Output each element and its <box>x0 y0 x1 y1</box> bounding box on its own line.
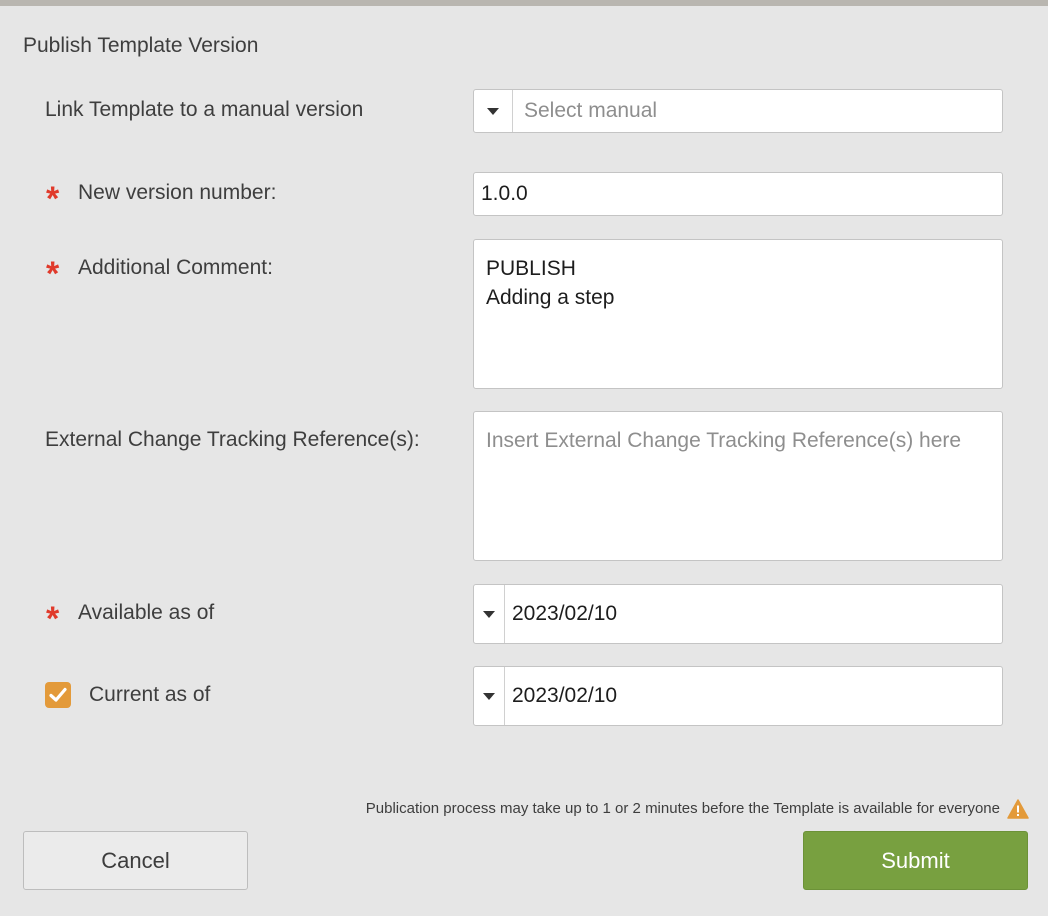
additional-comment-label: Additional Comment: <box>78 256 273 279</box>
additional-comment-textarea[interactable]: PUBLISH Adding a step <box>473 239 1003 389</box>
available-date-picker[interactable]: 2023/02/10 <box>473 584 1003 644</box>
current-date-dropdown-toggle[interactable] <box>474 667 505 725</box>
current-date-value: 2023/02/10 <box>512 684 618 707</box>
caret-down-icon <box>487 107 499 115</box>
version-number-value: 1.0.0 <box>481 182 528 205</box>
manual-dropdown-toggle[interactable] <box>474 90 513 132</box>
additional-comment-value: PUBLISH Adding a step <box>486 257 615 309</box>
manual-version-label: Link Template to a manual version <box>45 98 364 121</box>
manual-select[interactable]: Select manual <box>473 89 1003 133</box>
submit-button[interactable]: Submit <box>803 831 1028 890</box>
checkmark-icon <box>49 687 67 702</box>
tracking-reference-textarea[interactable]: Insert External Change Tracking Referenc… <box>473 411 1003 561</box>
publication-notice: Publication process may take up to 1 or … <box>365 800 1000 817</box>
required-asterisk-icon: * <box>46 180 60 218</box>
dialog-title: Publish Template Version <box>23 34 259 57</box>
version-number-label: New version number: <box>78 181 277 204</box>
cancel-button[interactable]: Cancel <box>23 831 248 890</box>
required-asterisk-icon: * <box>46 255 60 293</box>
current-as-of-checkbox[interactable] <box>45 682 71 708</box>
available-as-of-label: Available as of <box>78 601 215 624</box>
caret-down-icon <box>483 610 495 618</box>
caret-down-icon <box>483 692 495 700</box>
tracking-reference-placeholder: Insert External Change Tracking Referenc… <box>486 429 962 452</box>
current-as-of-label: Current as of <box>89 683 211 706</box>
version-number-input[interactable]: 1.0.0 <box>473 172 1003 216</box>
tracking-reference-label: External Change Tracking Reference(s): <box>45 428 420 451</box>
warning-triangle-icon <box>1007 799 1029 819</box>
available-date-value: 2023/02/10 <box>512 602 618 625</box>
current-date-picker[interactable]: 2023/02/10 <box>473 666 1003 726</box>
available-date-dropdown-toggle[interactable] <box>474 585 505 643</box>
manual-select-placeholder: Select manual <box>524 99 658 122</box>
required-asterisk-icon: * <box>46 600 60 638</box>
